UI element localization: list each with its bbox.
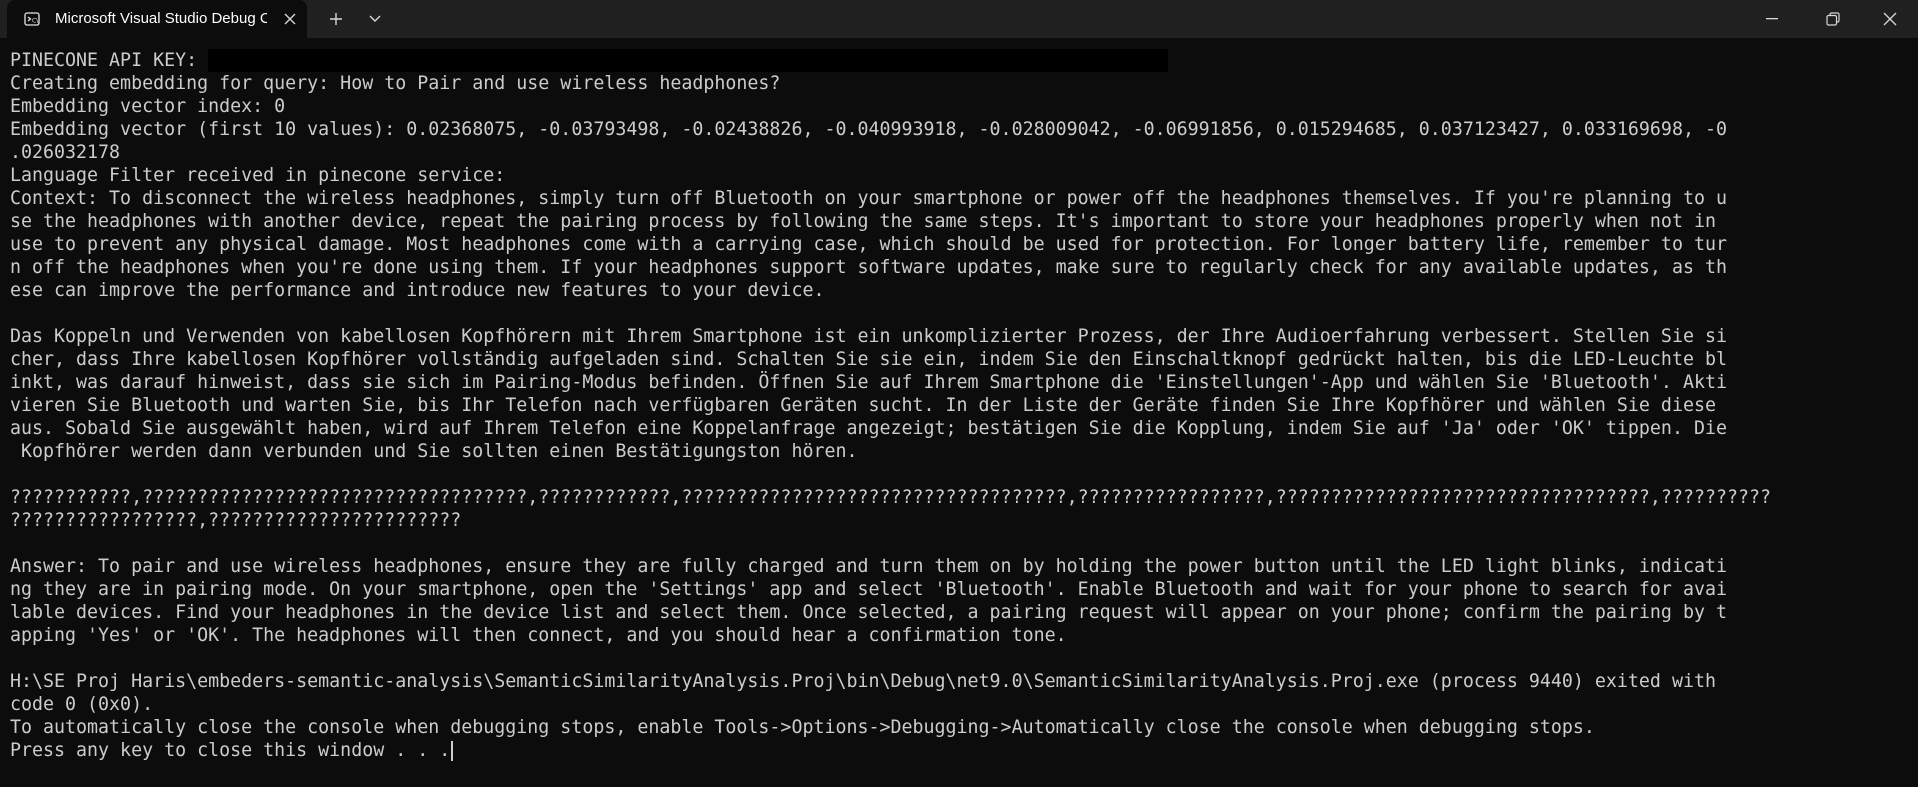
console-prompt-line: Press any key to close this window . . . [10,739,1910,762]
console-line: ?????????????????,??????????????????????… [10,510,462,531]
chevron-down-icon [369,15,381,22]
console-output[interactable]: PINECONE API KEY: Creating embedding for… [10,49,1910,762]
tab-title: Microsoft Visual Studio Debug Console [55,10,267,27]
text-cursor [451,741,454,761]
press-any-key-text: Press any key to close this window . . . [10,740,451,761]
close-window-button[interactable] [1864,0,1918,38]
plus-icon [330,13,342,25]
svg-text:C\: C\ [32,18,39,25]
console-line: aus. Sobald Sie ausgewählt haben, wird a… [10,418,1727,439]
console-line: use to prevent any physical damage. Most… [10,234,1727,255]
console-line: code 0 (0x0). [10,694,154,715]
console-line: Embedding vector (first 10 values): 0.02… [10,119,1727,140]
console-line: apping 'Yes' or 'OK'. The headphones wil… [10,625,1067,646]
console-line: Context: To disconnect the wireless head… [10,188,1727,209]
console-line: cher, dass Ihre kabellosen Kopfhörer vol… [10,349,1727,370]
console-line: To automatically close the console when … [10,717,1595,738]
console-line: Das Koppeln und Verwenden von kabellosen… [10,326,1727,347]
redacted-api-key [208,49,1169,72]
api-key-label: PINECONE API KEY: [10,50,209,71]
terminal-window: C\ Microsoft Visual Studio Debug Console [0,0,1918,787]
console-line: Creating embedding for query: How to Pai… [10,73,781,94]
console-line: inkt, was darauf hinweist, dass sie sich… [10,372,1727,393]
minimize-button[interactable] [1748,0,1798,38]
title-bar[interactable]: C\ Microsoft Visual Studio Debug Console [0,0,1918,38]
console-line: PINECONE API KEY: [10,49,1910,72]
console-line: Kopfhörer werden dann verbunden und Sie … [10,441,858,462]
console-line: H:\SE Proj Haris\embeders-semantic-analy… [10,671,1716,692]
restore-icon [1826,12,1840,26]
console-icon: C\ [24,11,40,27]
minimize-icon [1766,18,1778,20]
console-line: se the headphones with another device, r… [10,211,1716,232]
close-icon [1883,12,1897,26]
maximize-button[interactable] [1808,0,1858,38]
console-line: n off the headphones when you're done us… [10,257,1727,278]
console-line: ???????????,????????????????????????????… [10,487,1771,508]
console-line: Embedding vector index: 0 [10,96,286,117]
tab-dropdown-button[interactable] [360,0,390,38]
console-line: vieren Sie Bluetooth und warten Sie, bis… [10,395,1716,416]
new-tab-button[interactable] [320,0,352,38]
console-line: Answer: To pair and use wireless headpho… [10,556,1727,577]
console-line: .026032178 [10,142,121,163]
tab-debug-console[interactable]: C\ Microsoft Visual Studio Debug Console [7,0,307,38]
close-icon[interactable] [281,10,299,28]
console-line: ese can improve the performance and intr… [10,280,825,301]
console-line: lable devices. Find your headphones in t… [10,602,1727,623]
console-line: ng they are in pairing mode. On your sma… [10,579,1727,600]
console-line: Language Filter received in pinecone ser… [10,165,506,186]
